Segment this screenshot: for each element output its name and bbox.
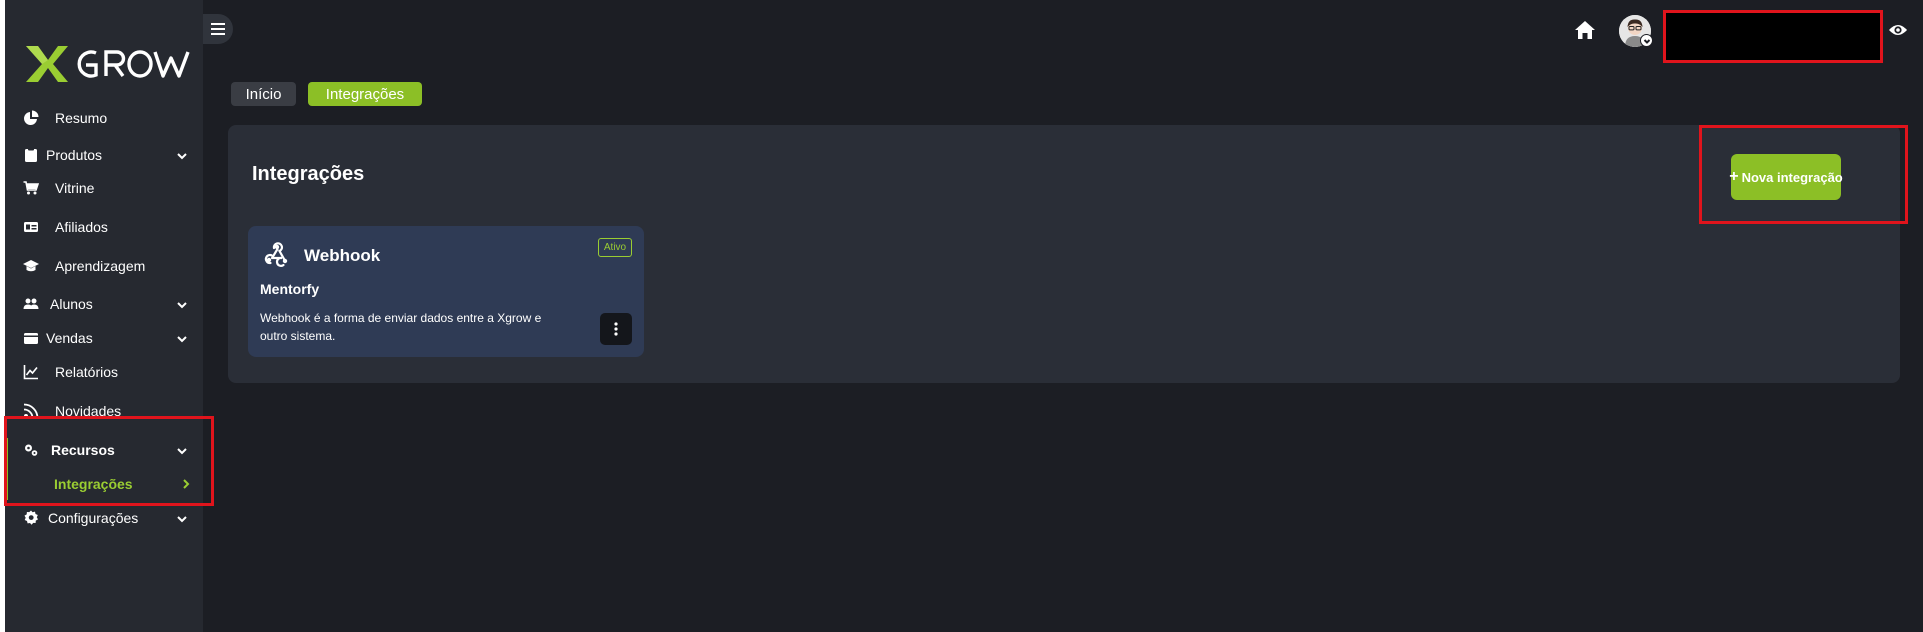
user-info-redacted[interactable]	[1663, 10, 1883, 63]
rss-icon	[23, 403, 39, 419]
sidebar-item-novidades[interactable]: Novidades	[5, 396, 203, 426]
new-integration-button[interactable]: + Nova integração	[1729, 154, 1843, 200]
chevron-down-icon	[176, 444, 188, 456]
integration-menu-button[interactable]	[600, 313, 632, 345]
sidebar-item-label: Novidades	[55, 403, 122, 419]
sidebar-item-alunos[interactable]: Alunos	[5, 289, 203, 319]
sidebar-item-aprendizagem[interactable]: Aprendizagem	[5, 251, 203, 281]
chevron-down-icon	[176, 298, 188, 310]
cart-icon	[23, 180, 39, 196]
sidebar-item-label: Relatórios	[55, 364, 119, 380]
chevron-right-icon	[180, 477, 192, 489]
avatar-dropdown-toggle[interactable]	[1640, 34, 1653, 47]
sidebar-subitem-label: Integrações	[54, 476, 133, 492]
pie-chart-icon	[23, 110, 39, 126]
breadcrumb-integracoes[interactable]: Integrações	[308, 82, 422, 106]
eye-icon	[1889, 25, 1907, 35]
id-card-icon	[23, 219, 39, 235]
sidebar-item-label: Vitrine	[55, 180, 95, 196]
sidebar-item-vitrine[interactable]: Vitrine	[5, 173, 203, 203]
sidebar-item-configuracoes[interactable]: Configurações	[5, 503, 203, 533]
gear-icon	[23, 510, 39, 526]
status-badge: Ativo	[598, 238, 632, 257]
chevron-down-icon	[176, 149, 188, 161]
chevron-down-icon	[1643, 38, 1650, 44]
menu-toggle-button[interactable]	[203, 14, 233, 44]
hamburger-icon	[211, 23, 225, 35]
sidebar-item-afiliados[interactable]: Afiliados	[5, 212, 203, 242]
page-title: Integrações	[252, 163, 365, 185]
box-icon	[23, 147, 39, 163]
page: Resumo Produtos Vitrine Afiliados Aprend…	[0, 0, 1923, 632]
chevron-down-icon	[176, 512, 188, 524]
plus-icon: +	[1729, 168, 1739, 185]
sidebar-item-recursos[interactable]: Recursos	[5, 435, 203, 465]
sidebar-item-label: Aprendizagem	[55, 258, 146, 274]
toggle-visibility-button[interactable]	[1888, 22, 1908, 38]
sidebar-item-vendas[interactable]: Vendas	[5, 323, 203, 353]
xgrow-logo-graphic	[26, 46, 190, 82]
integration-name: Mentorfy	[260, 281, 320, 297]
sidebar-item-label: Vendas	[46, 330, 93, 346]
sidebar-item-produtos[interactable]: Produtos	[5, 140, 203, 170]
sidebar-item-label: Recursos	[51, 442, 115, 458]
integration-description: Webhook é a forma de enviar dados entre …	[260, 311, 542, 343]
webhook-icon	[262, 240, 292, 270]
sidebar-item-resumo[interactable]: Resumo	[5, 103, 203, 133]
integration-type: Webhook	[304, 246, 381, 265]
home-icon	[1575, 21, 1595, 39]
sidebar-item-label: Afiliados	[55, 219, 108, 235]
kebab-menu-icon	[614, 322, 618, 336]
sidebar-item-label: Alunos	[50, 296, 93, 312]
sidebar-item-relatorios[interactable]: Relatórios	[5, 357, 203, 387]
sidebar-item-label: Produtos	[46, 147, 103, 163]
chevron-down-icon	[176, 332, 188, 344]
line-chart-icon	[23, 364, 39, 380]
sidebar-subitem-integracoes[interactable]: Integrações	[5, 470, 203, 498]
users-icon	[23, 296, 39, 312]
new-integration-label: Nova integração	[1741, 169, 1843, 185]
breadcrumb-inicio[interactable]: Início	[231, 82, 296, 106]
xgrow-logo[interactable]	[22, 40, 192, 86]
gears-icon	[23, 442, 39, 458]
sidebar-item-label: Configurações	[48, 510, 139, 526]
graduation-cap-icon	[23, 258, 39, 274]
home-button[interactable]	[1574, 20, 1596, 40]
sidebar: Resumo Produtos Vitrine Afiliados Aprend…	[5, 0, 203, 632]
sidebar-item-label: Resumo	[55, 110, 108, 126]
wallet-icon	[23, 330, 39, 346]
